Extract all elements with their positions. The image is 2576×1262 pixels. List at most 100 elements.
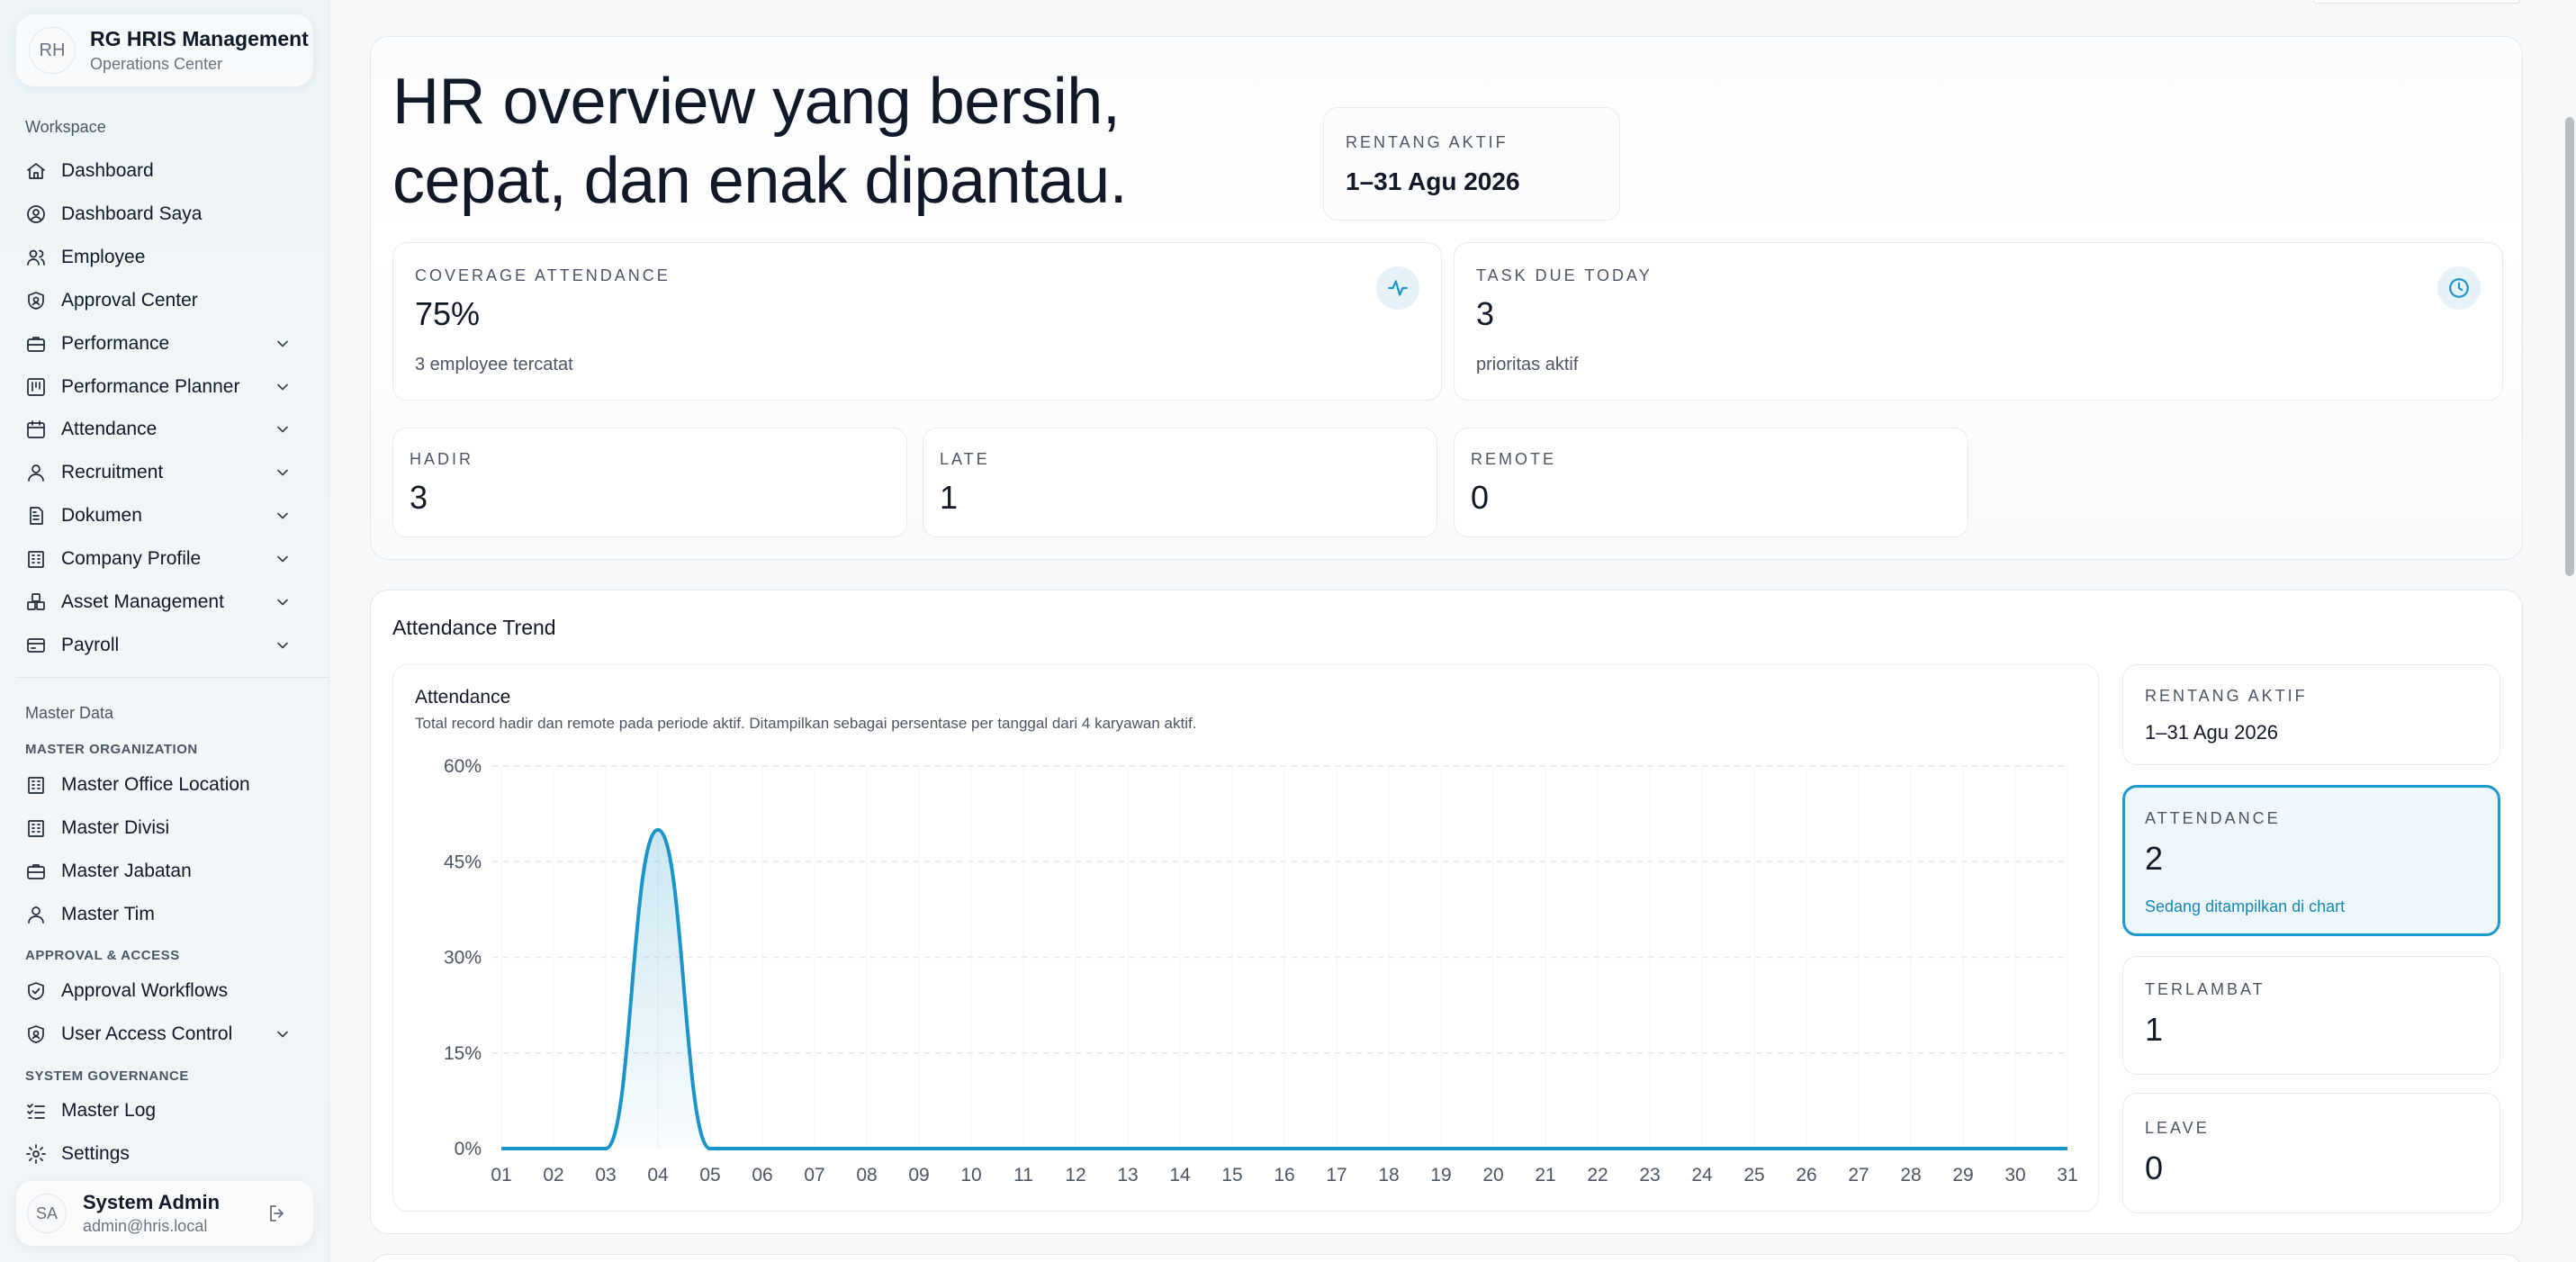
x-tick-label: 03: [595, 1165, 616, 1185]
briefcase-icon: [27, 336, 45, 352]
sidebar-item-approval-workflows[interactable]: Approval Workflows: [16, 971, 313, 1011]
hero-range-card: RENTANG AKTIF 1–31 Agu 2026: [1323, 107, 1620, 221]
sidebar-item-label: Dashboard Saya: [61, 203, 203, 224]
clock-icon: [2437, 266, 2481, 310]
user-icon: [28, 464, 44, 482]
shield-check-icon: [28, 982, 44, 1000]
next-panel-edge: [370, 1254, 2523, 1262]
sidebar-item-label: Recruitment: [61, 462, 164, 483]
x-tick-label: 12: [1065, 1165, 1085, 1185]
user-name: System Admin: [83, 1191, 221, 1213]
sidebar-item-performance[interactable]: Performance: [16, 324, 313, 364]
sidebar-item-attendance[interactable]: Attendance: [16, 410, 313, 449]
sidebar-item-label: Attendance: [61, 419, 158, 440]
task-value: 3: [1476, 295, 1495, 332]
hero-range-value: 1–31 Agu 2026: [1346, 167, 1520, 195]
brand-title: RG HRIS Management: [90, 27, 309, 50]
chevron-down-icon[interactable]: [274, 335, 292, 353]
sidebar-item-label: Performance: [61, 332, 170, 354]
document-icon: [30, 507, 43, 526]
sidebar-item-label: Approval Workflows: [61, 980, 229, 1001]
user-icon: [28, 906, 44, 924]
logout-icon[interactable]: [266, 1203, 288, 1224]
leave-metric-card[interactable]: LEAVE 0: [2122, 1093, 2500, 1213]
x-tick-label: 10: [960, 1165, 981, 1185]
x-tick-label: 18: [1378, 1165, 1399, 1185]
sidebar-item-label: Master Log: [61, 1100, 157, 1121]
building-icon: [28, 777, 44, 794]
page-scrollbar[interactable]: [2565, 117, 2574, 576]
x-tick-label: 27: [1848, 1165, 1869, 1185]
x-tick-label: 02: [543, 1165, 563, 1185]
section-label-master-data: Master Data: [25, 704, 114, 722]
sidebar-item-asset-management[interactable]: Asset Management: [16, 582, 313, 622]
sidebar-item-label: User Access Control: [61, 1023, 233, 1044]
sidebar-item-recruitment[interactable]: Recruitment: [16, 453, 313, 492]
task-due-today-card: TASK DUE TODAY 3 prioritas aktif: [1454, 242, 2503, 401]
x-tick-label: 07: [804, 1165, 824, 1185]
credit-card-icon: [27, 638, 45, 653]
sidebar-item-company-profile[interactable]: Company Profile: [16, 539, 313, 579]
sidebar-item-performance-planner[interactable]: Performance Planner: [16, 367, 313, 407]
sidebar-item-master-jabatan[interactable]: Master Jabatan: [16, 852, 313, 891]
chevron-down-icon[interactable]: [274, 636, 292, 654]
attendance-metric-card[interactable]: ATTENDANCE 2 Sedang ditampilkan di chart: [2122, 785, 2500, 936]
x-tick-label: 13: [1117, 1165, 1138, 1185]
chevron-down-icon[interactable]: [274, 1025, 292, 1043]
terlambat-metric-card[interactable]: TERLAMBAT 1: [2122, 956, 2500, 1075]
chevron-down-icon[interactable]: [274, 378, 292, 396]
terlambat-metric-label: TERLAMBAT: [2145, 980, 2265, 998]
calendar-icon: [27, 420, 45, 439]
user-card[interactable]: SA System Admin admin@hris.local: [16, 1181, 313, 1246]
list-check-icon: [27, 1104, 45, 1119]
chevron-down-icon[interactable]: [274, 464, 292, 482]
sidebar-item-payroll[interactable]: Payroll: [16, 626, 313, 665]
trend-range-value: 1–31 Agu 2026: [2145, 721, 2279, 744]
hero-title-line-2: cepat, dan enak dipantau.: [392, 145, 1128, 217]
y-tick-label: 45%: [444, 852, 482, 872]
sidebar-item-label: Employee: [61, 246, 146, 267]
x-tick-label: 24: [1691, 1165, 1713, 1185]
sidebar-item-user-access-control[interactable]: User Access Control: [16, 1014, 313, 1054]
sidebar-divider: [16, 677, 329, 678]
sidebar-item-dokumen[interactable]: Dokumen: [16, 496, 313, 536]
sidebar-item-master-divisi[interactable]: Master Divisi: [16, 808, 313, 848]
x-tick-label: 28: [1900, 1165, 1921, 1185]
sidebar-item-master-office-location[interactable]: Master Office Location: [16, 765, 313, 805]
sidebar-item-label: Master Tim: [61, 903, 155, 924]
sidebar-item-approval-center[interactable]: Approval Center: [16, 281, 313, 320]
hadir-value: 3: [410, 479, 428, 516]
sidebar-item-label: Approval Center: [61, 289, 198, 311]
x-tick-label: 22: [1587, 1165, 1608, 1185]
subgroup-label-system-governance: SYSTEM GOVERNANCE: [25, 1068, 189, 1084]
attendance-metric-value: 2: [2145, 840, 2164, 877]
chevron-down-icon[interactable]: [274, 420, 292, 438]
sidebar-item-master-tim[interactable]: Master Tim: [16, 895, 313, 934]
chevron-down-icon[interactable]: [274, 593, 292, 611]
sidebar-item-dashboard[interactable]: Dashboard: [16, 151, 313, 191]
remote-label: REMOTE: [1471, 450, 1557, 468]
hero-range-label: RENTANG AKTIF: [1346, 133, 1509, 151]
sidebar-item-dashboard-saya[interactable]: Dashboard Saya: [16, 194, 313, 234]
sidebar-item-employee[interactable]: Employee: [16, 238, 313, 277]
chevron-down-icon[interactable]: [274, 507, 292, 525]
x-tick-label: 09: [908, 1165, 929, 1185]
brand-card[interactable]: RH RG HRIS Management Operations Center: [16, 14, 313, 86]
leave-metric-value: 0: [2145, 1149, 2164, 1186]
late-card: LATE 1: [923, 428, 1437, 537]
sidebar-item-label: Master Jabatan: [61, 860, 192, 881]
sidebar-item-label: Asset Management: [61, 591, 224, 612]
sidebar: RH RG HRIS Management Operations Center …: [0, 0, 329, 1262]
chevron-down-icon[interactable]: [274, 550, 292, 568]
x-tick-label: 04: [647, 1165, 669, 1185]
leave-metric-label: LEAVE: [2145, 1119, 2210, 1137]
activity-icon: [1376, 266, 1419, 310]
sidebar-item-settings[interactable]: Settings: [16, 1134, 313, 1174]
sidebar-item-master-log[interactable]: Master Log: [16, 1091, 313, 1131]
kanban-icon: [27, 377, 45, 396]
remote-value: 0: [1471, 479, 1490, 516]
x-tick-label: 16: [1274, 1165, 1294, 1185]
x-tick-label: 23: [1639, 1165, 1660, 1185]
trend-range-label: RENTANG AKTIF: [2145, 687, 2308, 705]
x-tick-label: 15: [1221, 1165, 1242, 1185]
